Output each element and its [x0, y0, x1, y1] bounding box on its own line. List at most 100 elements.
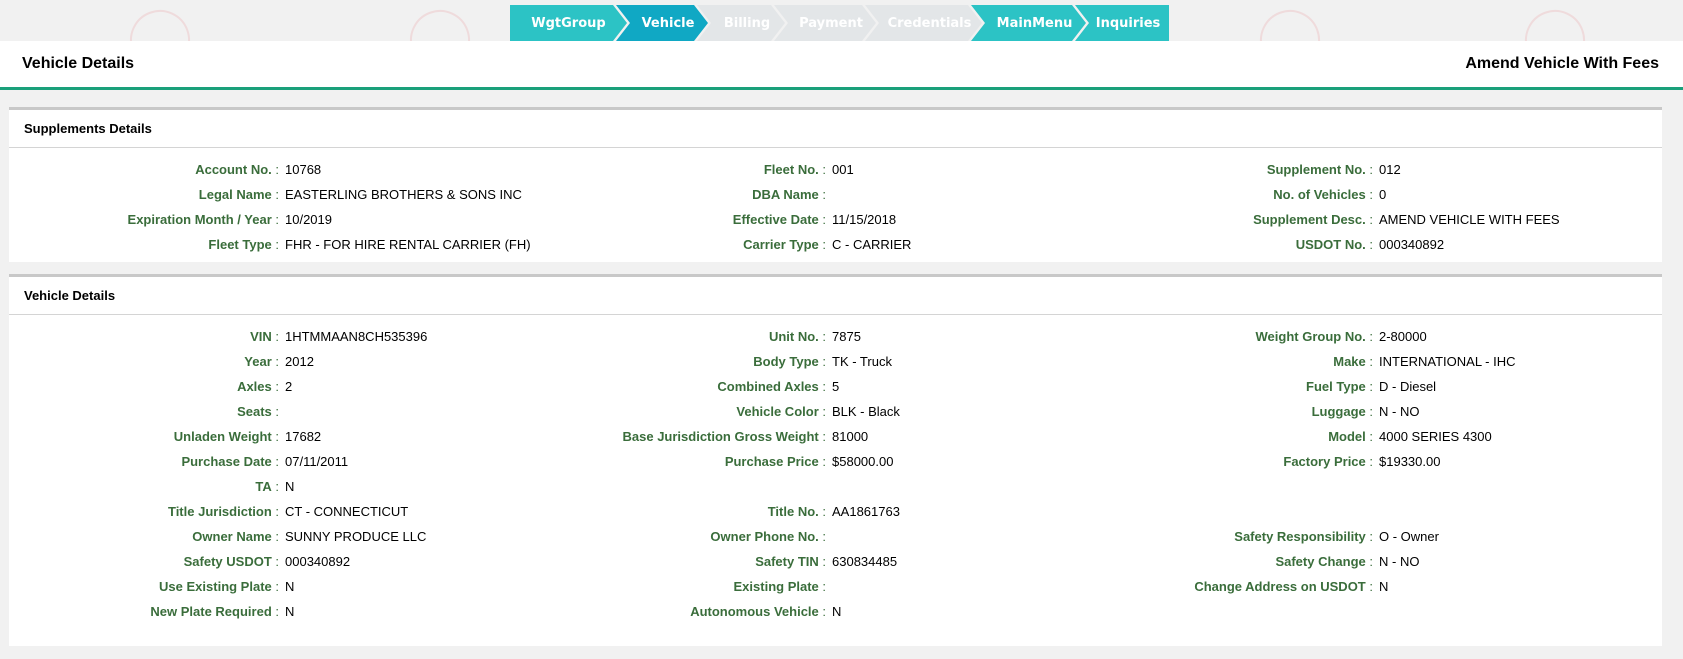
- field-label-combined-axles: Combined Axles: [556, 374, 826, 399]
- field-value-effective-date: 11/15/2018: [832, 212, 897, 227]
- field-label-supplement-no: Supplement No.: [1103, 157, 1373, 182]
- empty-cell: [1373, 599, 1662, 624]
- field-value-fuel-type: D - Diesel: [1379, 379, 1437, 394]
- wizard-step-label: Billing: [723, 15, 771, 31]
- field-label-owner-name: Owner Name: [9, 524, 279, 549]
- wizard-step-label: Payment: [799, 15, 863, 31]
- field-label-existing-plate: Existing Plate: [556, 574, 826, 599]
- field-label-autonomous-vehicle: Autonomous Vehicle: [556, 599, 826, 624]
- field-value-make: INTERNATIONAL - IHC: [1379, 354, 1516, 369]
- field-value-expiration-month-year: 10/2019: [285, 212, 332, 227]
- field-value-factory-price: $19330.00: [1379, 454, 1441, 469]
- field-value-new-plate-required: N: [285, 604, 295, 619]
- field-label-purchase-date: Purchase Date: [9, 449, 279, 474]
- empty-cell: [1103, 499, 1373, 524]
- wizard-step-label: Credentials: [887, 15, 972, 31]
- wizard-step-payment: Payment: [774, 5, 876, 41]
- field-label-title-no: Title No.: [556, 499, 826, 524]
- field-value-no-of-vehicles: 0: [1379, 187, 1387, 202]
- field-value-body-type: TK - Truck: [832, 354, 892, 369]
- vehicle-grid: VIN 1HTMMAAN8CH535396 Unit No. 7875 Weight G…: [9, 315, 1662, 624]
- field-value-change-address-on-usdot: N: [1379, 579, 1389, 594]
- field-label-new-plate-required: New Plate Required: [9, 599, 279, 624]
- field-value-safety-responsibility: O - Owner: [1379, 529, 1439, 544]
- field-value-supplement-no: 012: [1379, 162, 1401, 177]
- field-value-combined-axles: 5: [832, 379, 840, 394]
- field-value-legal-name: EASTERLING BROTHERS & SONS INC: [285, 187, 522, 202]
- field-value-existing-plate: [826, 574, 1103, 599]
- wizard-step-label: WgtGroup: [531, 15, 606, 31]
- field-value-weight-group-no: 2-80000: [1379, 329, 1427, 344]
- field-label-unit-no: Unit No.: [556, 324, 826, 349]
- field-value-supplement-desc: AMEND VEHICLE WITH FEES: [1379, 212, 1560, 227]
- field-value-fleet-type: FHR - FOR HIRE RENTAL CARRIER (FH): [285, 237, 531, 252]
- field-label-supplement-desc: Supplement Desc.: [1103, 207, 1373, 232]
- field-value-year: 2012: [285, 354, 314, 369]
- field-value-purchase-price: $58000.00: [832, 454, 894, 469]
- field-value-axles: 2: [285, 379, 293, 394]
- empty-cell: [1373, 499, 1662, 524]
- vehicle-panel: Vehicle Details VIN 1HTMMAAN8CH535396 Unit…: [9, 274, 1662, 646]
- field-value-seats: [279, 399, 556, 424]
- field-label-dba-name: DBA Name: [556, 182, 826, 207]
- field-label-factory-price: Factory Price: [1103, 449, 1373, 474]
- wizard-step-label: MainMenu: [996, 15, 1073, 31]
- field-value-title-no: AA1861763: [832, 504, 900, 519]
- field-label-effective-date: Effective Date: [556, 207, 826, 232]
- field-label-owner-phone-no: Owner Phone No.: [556, 524, 826, 549]
- field-label-purchase-price: Purchase Price: [556, 449, 826, 474]
- wizard-step-label: Inquiries: [1095, 15, 1161, 31]
- field-label-vin: VIN: [9, 324, 279, 349]
- empty-cell: [556, 474, 826, 499]
- field-label-ta: TA: [9, 474, 279, 499]
- field-label-no-of-vehicles: No. of Vehicles: [1103, 182, 1373, 207]
- wizard-step-mainmenu[interactable]: MainMenu: [971, 5, 1086, 41]
- field-label-usdot-no: USDOT No.: [1103, 232, 1373, 257]
- transaction-mode-title: Amend Vehicle With Fees: [1465, 55, 1659, 72]
- field-value-fleet-no: 001: [832, 162, 854, 177]
- field-label-vehicle-color: Vehicle Color: [556, 399, 826, 424]
- wizard-step-inquiries[interactable]: Inquiries: [1075, 5, 1169, 41]
- field-label-safety-tin: Safety TIN: [556, 549, 826, 574]
- empty-cell: [1373, 474, 1662, 499]
- wizard-step-label: Vehicle: [641, 15, 695, 31]
- field-value-use-existing-plate: N: [285, 579, 295, 594]
- field-value-account-no: 10768: [285, 162, 322, 177]
- wizard-step-wgtgroup[interactable]: WgtGroup: [510, 5, 627, 41]
- field-value-dba-name: [826, 182, 1103, 207]
- field-label-safety-usdot: Safety USDOT: [9, 549, 279, 574]
- field-value-purchase-date: 07/11/2011: [285, 454, 349, 469]
- field-label-model: Model: [1103, 424, 1373, 449]
- field-label-legal-name: Legal Name: [9, 182, 279, 207]
- field-value-safety-tin: 630834485: [832, 554, 898, 569]
- field-label-unladen-weight: Unladen Weight: [9, 424, 279, 449]
- supplements-panel: Supplements Details Account No. 10768 Flee…: [9, 107, 1662, 262]
- field-value-usdot-no: 000340892: [1379, 237, 1445, 252]
- wizard-step-credentials: Credentials: [865, 5, 982, 41]
- field-value-model: 4000 SERIES 4300: [1379, 429, 1492, 444]
- field-value-owner-phone-no: [826, 524, 1103, 549]
- field-label-carrier-type: Carrier Type: [556, 232, 826, 257]
- field-label-base-jurisdiction-gross-weight: Base Jurisdiction Gross Weight: [556, 424, 826, 449]
- field-value-luggage: N - NO: [1379, 404, 1420, 419]
- field-label-axles: Axles: [9, 374, 279, 399]
- empty-cell: [1103, 474, 1373, 499]
- field-value-vin: 1HTMMAAN8CH535396: [285, 329, 428, 344]
- field-value-carrier-type: C - CARRIER: [832, 237, 912, 252]
- field-value-unit-no: 7875: [832, 329, 861, 344]
- wizard-step-billing: Billing: [697, 5, 785, 41]
- field-label-title-jurisdiction: Title Jurisdiction: [9, 499, 279, 524]
- field-label-make: Make: [1103, 349, 1373, 374]
- field-value-title-jurisdiction: CT - CONNECTICUT: [285, 504, 409, 519]
- field-label-safety-change: Safety Change: [1103, 549, 1373, 574]
- supplements-panel-title: Supplements Details: [9, 110, 1662, 148]
- field-label-fuel-type: Fuel Type: [1103, 374, 1373, 399]
- field-label-weight-group-no: Weight Group No.: [1103, 324, 1373, 349]
- field-label-use-existing-plate: Use Existing Plate: [9, 574, 279, 599]
- field-label-body-type: Body Type: [556, 349, 826, 374]
- page-header: Vehicle Details Amend Vehicle With Fees: [0, 41, 1683, 90]
- field-label-fleet-type: Fleet Type: [9, 232, 279, 257]
- field-value-vehicle-color: BLK - Black: [832, 404, 900, 419]
- vehicle-panel-title: Vehicle Details: [9, 277, 1662, 315]
- wizard-step-vehicle[interactable]: Vehicle: [616, 5, 708, 41]
